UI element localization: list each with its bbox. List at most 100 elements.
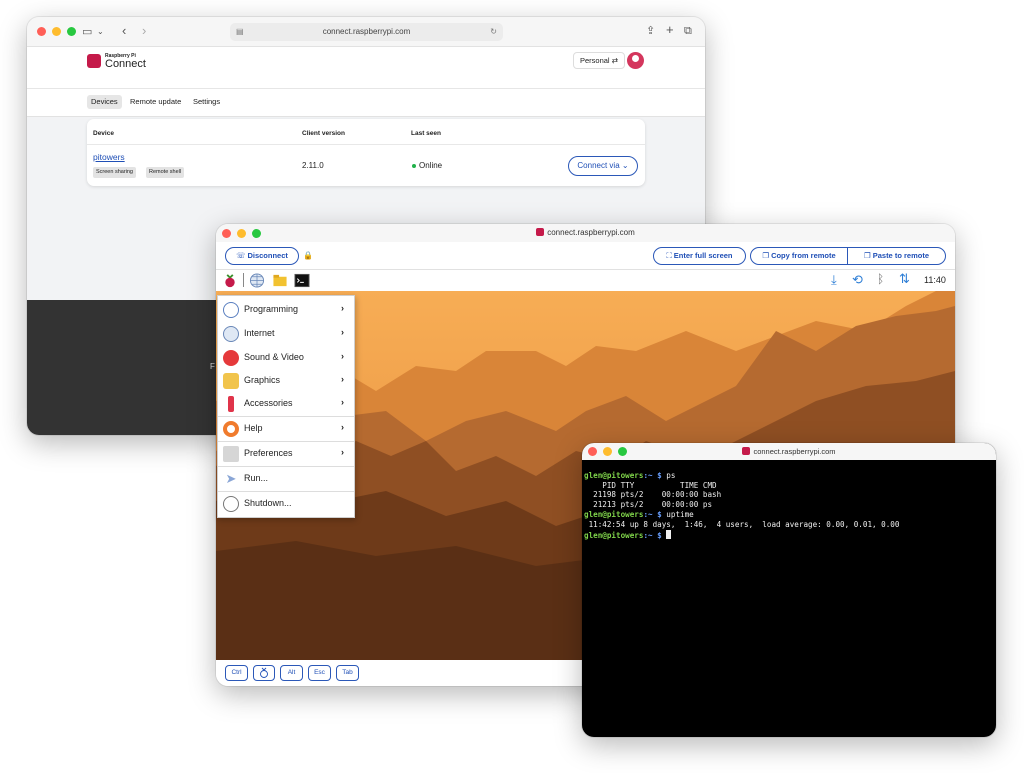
paste-icon: ❐	[863, 251, 871, 260]
web-browser-icon[interactable]	[249, 273, 265, 288]
terminal-line: glen@pitowers:~ $ uptime	[584, 510, 994, 520]
esc-key-button[interactable]: Esc	[308, 665, 331, 681]
prompt-user: glen@pitowers	[584, 470, 644, 480]
raspberry-pi-logo-icon[interactable]	[87, 54, 101, 68]
menu-item-help[interactable]: Help ›	[218, 418, 354, 440]
prompt-user: glen@pitowers	[584, 530, 644, 540]
power-icon	[223, 496, 239, 512]
tab-settings[interactable]: Settings	[189, 95, 224, 109]
terminal-output[interactable]: glen@pitowers:~ $ ps PID TTY TIME CMD 21…	[584, 461, 994, 560]
terminal-icon[interactable]	[294, 273, 310, 288]
account-label: Personal	[580, 56, 610, 65]
chevron-down-icon[interactable]: ⌄	[97, 25, 104, 39]
terminal-line: PID TTY TIME CMD	[584, 480, 717, 490]
globe-icon	[223, 326, 239, 342]
copy-from-remote-button[interactable]: ❐ Copy from remote	[750, 247, 848, 265]
window-titlebar: connect.raspberrypi.com	[582, 443, 996, 460]
footer-text-partial: F	[210, 362, 215, 371]
tab-overview-icon[interactable]: ⧉	[684, 24, 692, 38]
window-title: connect.raspberrypi.com	[582, 447, 996, 456]
new-tab-icon[interactable]: +	[666, 23, 674, 37]
download-updates-icon[interactable]: ⤓	[831, 272, 837, 288]
terminal-line: 21213 pts/2 00:00:00 ps	[584, 500, 713, 510]
menu-separator	[218, 416, 354, 417]
menu-item-programming[interactable]: Programming ›	[218, 299, 354, 321]
ctrl-key-button[interactable]: Ctrl	[225, 665, 248, 681]
sidebar-toggle-icon[interactable]: ▭	[82, 25, 92, 39]
menu-separator	[218, 466, 354, 467]
menu-item-label: Shutdown...	[244, 498, 292, 508]
command-text: uptime	[661, 509, 694, 519]
terminal-line: 11:42:54 up 8 days, 1:46, 4 users, load …	[584, 519, 900, 529]
terminal-cursor	[666, 529, 672, 539]
column-header-last-seen: Last seen	[411, 130, 441, 137]
forward-arrow-icon[interactable]: ›	[142, 24, 146, 38]
remote-taskbar: ⤓ ⟲ ᛒ ⇅ 11:40	[216, 270, 955, 291]
raspberry-menu-icon[interactable]	[222, 273, 238, 288]
close-window-button[interactable]	[37, 27, 46, 36]
alt-key-button[interactable]: Alt	[280, 665, 303, 681]
menu-item-preferences[interactable]: Preferences ›	[218, 443, 354, 465]
chevron-right-icon: ›	[341, 397, 344, 407]
file-manager-icon[interactable]	[272, 273, 288, 288]
capability-badge: Screen sharing	[93, 167, 136, 178]
menu-item-run[interactable]: ➤ Run...	[218, 468, 354, 490]
sliders-icon	[223, 446, 239, 462]
menu-item-label: Sound & Video	[244, 352, 304, 362]
column-header-client-version: Client version	[302, 130, 345, 137]
status-text: Online	[419, 161, 443, 170]
chevron-right-icon: ›	[341, 327, 344, 337]
menu-item-label: Internet	[244, 328, 275, 338]
connect-via-button[interactable]: Connect via ⌄	[568, 156, 638, 176]
window-controls	[37, 27, 76, 36]
account-switcher-button[interactable]: Personal ⇄	[573, 52, 625, 69]
sync-icon[interactable]: ⟲	[852, 272, 863, 288]
raspberry-pi-logo-icon	[536, 228, 545, 236]
chevron-down-icon: ⌄	[621, 161, 629, 170]
site-settings-icon[interactable]: ▤	[236, 23, 244, 41]
share-icon[interactable]: ⇪	[646, 24, 655, 38]
menu-item-internet[interactable]: Internet ›	[218, 323, 354, 345]
menu-item-label: Accessories	[244, 398, 293, 408]
menu-item-shutdown[interactable]: Shutdown...	[218, 493, 354, 515]
tab-remote-update[interactable]: Remote update	[126, 95, 185, 109]
menu-item-accessories[interactable]: Accessories ›	[218, 393, 354, 415]
menu-item-label: Programming	[244, 304, 299, 314]
tab-key-button[interactable]: Tab	[336, 665, 359, 681]
enter-full-screen-button[interactable]: ⛶ Enter full screen	[653, 247, 746, 265]
client-version-value: 2.11.0	[302, 161, 324, 170]
brand-name: Connect	[105, 58, 146, 70]
phone-hangup-icon: ☏	[236, 251, 246, 260]
tab-devices[interactable]: Devices	[87, 95, 122, 109]
paste-label: Paste to remote	[872, 251, 929, 260]
menu-item-sound-video[interactable]: Sound & Video ›	[218, 347, 354, 369]
knife-icon	[228, 396, 234, 412]
device-link[interactable]: pitowers	[93, 152, 125, 162]
chevron-right-icon: ›	[341, 422, 344, 432]
connect-via-label: Connect via	[577, 161, 620, 170]
bluetooth-icon[interactable]: ᛒ	[877, 272, 884, 286]
avatar[interactable]	[627, 52, 644, 69]
network-arrows-icon[interactable]: ⇅	[899, 271, 910, 287]
column-header-device: Device	[93, 130, 114, 137]
panel-clock[interactable]: 11:40	[924, 275, 946, 285]
zoom-window-button[interactable]	[67, 27, 76, 36]
swap-arrows-icon: ⇄	[611, 56, 618, 65]
paste-to-remote-button[interactable]: ❐ Paste to remote	[847, 247, 946, 265]
address-bar[interactable]: ▤ connect.raspberrypi.com ↻	[230, 23, 503, 41]
reload-icon[interactable]: ↻	[490, 23, 497, 41]
menu-item-graphics[interactable]: Graphics ›	[218, 370, 354, 392]
raspberry-pi-logo-icon	[742, 447, 751, 455]
devices-table: Device Client version Last seen pitowers…	[87, 119, 645, 186]
lifebuoy-icon	[223, 421, 239, 437]
prompt-path: :~ $	[643, 530, 662, 540]
back-arrow-icon[interactable]: ‹	[122, 24, 126, 38]
menu-item-label: Graphics	[244, 375, 281, 385]
minimize-window-button[interactable]	[52, 27, 61, 36]
disconnect-label: Disconnect	[247, 251, 288, 260]
fullscreen-icon: ⛶	[666, 251, 672, 260]
raspberry-outline-icon	[260, 667, 268, 678]
nav-tabs: Devices Remote update Settings	[27, 89, 705, 117]
disconnect-button[interactable]: ☏ Disconnect	[225, 247, 299, 265]
super-key-button[interactable]	[253, 665, 275, 681]
